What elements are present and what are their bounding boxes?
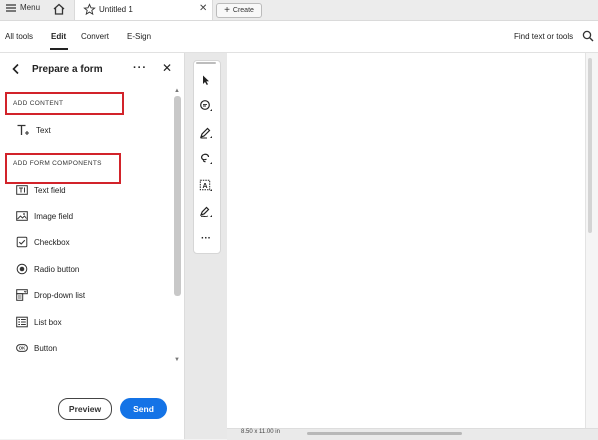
panel-scroll-thumb[interactable] — [174, 96, 181, 296]
find-tools-search[interactable]: Find text or tools — [514, 32, 573, 41]
text-field-item[interactable]: Text field — [16, 184, 66, 196]
button-label: Button — [34, 343, 58, 353]
draw-tool[interactable] — [197, 203, 215, 221]
more-tools-icon[interactable]: ··· — [197, 229, 215, 247]
home-button[interactable] — [52, 2, 66, 21]
svg-text:A: A — [202, 183, 207, 190]
more-options-icon[interactable]: ··· — [133, 62, 147, 74]
home-icon — [53, 3, 65, 15]
text-field-label: Text field — [34, 185, 66, 195]
lasso-icon — [201, 153, 212, 164]
button-ok-icon: OK — [16, 344, 28, 352]
button-item[interactable]: OK Button — [16, 342, 57, 354]
tab-esign[interactable]: E-Sign — [127, 32, 151, 41]
lasso-tool[interactable] — [197, 150, 215, 168]
scroll-down-arrow-icon[interactable]: ▼ — [174, 357, 180, 363]
checkbox-icon — [16, 236, 28, 248]
add-form-components-highlight — [5, 153, 121, 184]
canvas-scroll-thumb[interactable] — [588, 58, 592, 233]
add-text-item[interactable]: Text — [16, 123, 51, 137]
highlight-tool[interactable] — [197, 124, 215, 142]
comment-icon — [200, 100, 212, 111]
document-page[interactable] — [227, 53, 585, 428]
scroll-up-arrow-icon[interactable]: ▲ — [174, 88, 180, 94]
back-arrow-icon[interactable] — [10, 63, 22, 75]
tools-drag-handle[interactable] — [196, 62, 216, 64]
star-icon[interactable] — [83, 3, 96, 16]
menu-label: Menu — [20, 3, 41, 12]
tab-bar: Menu Untitled 1 ✕ + Create — [0, 0, 598, 21]
add-content-header: ADD CONTENT — [13, 100, 64, 107]
dropdown-list-icon — [16, 289, 28, 301]
checkbox-item[interactable]: Checkbox — [16, 236, 70, 248]
text-select-icon: A — [199, 179, 212, 191]
image-field-item[interactable]: Image field — [16, 210, 73, 222]
text-add-icon — [17, 124, 29, 135]
tab-convert[interactable]: Convert — [81, 32, 109, 41]
radio-button-icon — [16, 263, 28, 275]
search-icon[interactable] — [582, 30, 594, 42]
text-field-icon — [16, 185, 28, 195]
close-tab-icon[interactable]: ✕ — [199, 3, 207, 14]
radio-button-label: Radio button — [34, 264, 80, 274]
checkbox-label: Checkbox — [34, 237, 70, 247]
add-text-label: Text — [36, 125, 51, 135]
plus-icon: + — [224, 4, 230, 16]
list-box-label: List box — [34, 317, 62, 327]
close-panel-icon[interactable]: ✕ — [162, 61, 172, 75]
tab-all-tools[interactable]: All tools — [5, 32, 33, 41]
horizontal-scroll-thumb[interactable] — [307, 432, 462, 435]
hamburger-icon — [6, 3, 16, 12]
image-field-icon — [16, 211, 28, 221]
tab-edit[interactable]: Edit — [51, 32, 66, 41]
comment-tool[interactable] — [197, 97, 215, 115]
list-box-item[interactable]: List box — [16, 316, 62, 328]
active-tab-indicator — [50, 48, 68, 50]
page-size-label: 8.50 x 11.00 in — [241, 429, 280, 435]
select-icon — [203, 75, 209, 85]
panel-title: Prepare a form — [32, 64, 103, 75]
dropdown-list-item[interactable]: Drop-down list — [16, 289, 85, 301]
dropdown-list-label: Drop-down list — [34, 290, 86, 300]
text-select-tool[interactable]: A — [197, 177, 215, 195]
svg-text:OK: OK — [19, 346, 26, 351]
highlight-pen-icon — [200, 127, 212, 139]
menu-button[interactable]: Menu — [6, 3, 40, 12]
send-button[interactable]: Send — [120, 398, 167, 419]
create-button[interactable]: + Create — [216, 3, 262, 18]
main-toolbar: All tools Edit Convert E-Sign Find text … — [0, 21, 598, 53]
radio-button-item[interactable]: Radio button — [16, 263, 79, 275]
prepare-form-panel: Prepare a form ··· ✕ ADD CONTENT Text AD… — [0, 53, 185, 439]
image-field-label: Image field — [34, 211, 74, 221]
document-tab-title: Untitled 1 — [99, 5, 133, 14]
document-tab[interactable]: Untitled 1 ✕ — [74, 0, 213, 20]
preview-button[interactable]: Preview — [58, 398, 112, 420]
list-box-icon — [16, 316, 28, 328]
create-label: Create — [232, 7, 254, 14]
select-tool[interactable] — [197, 71, 215, 89]
add-form-components-header: ADD FORM COMPONENTS — [13, 160, 102, 167]
draw-icon — [199, 206, 212, 218]
